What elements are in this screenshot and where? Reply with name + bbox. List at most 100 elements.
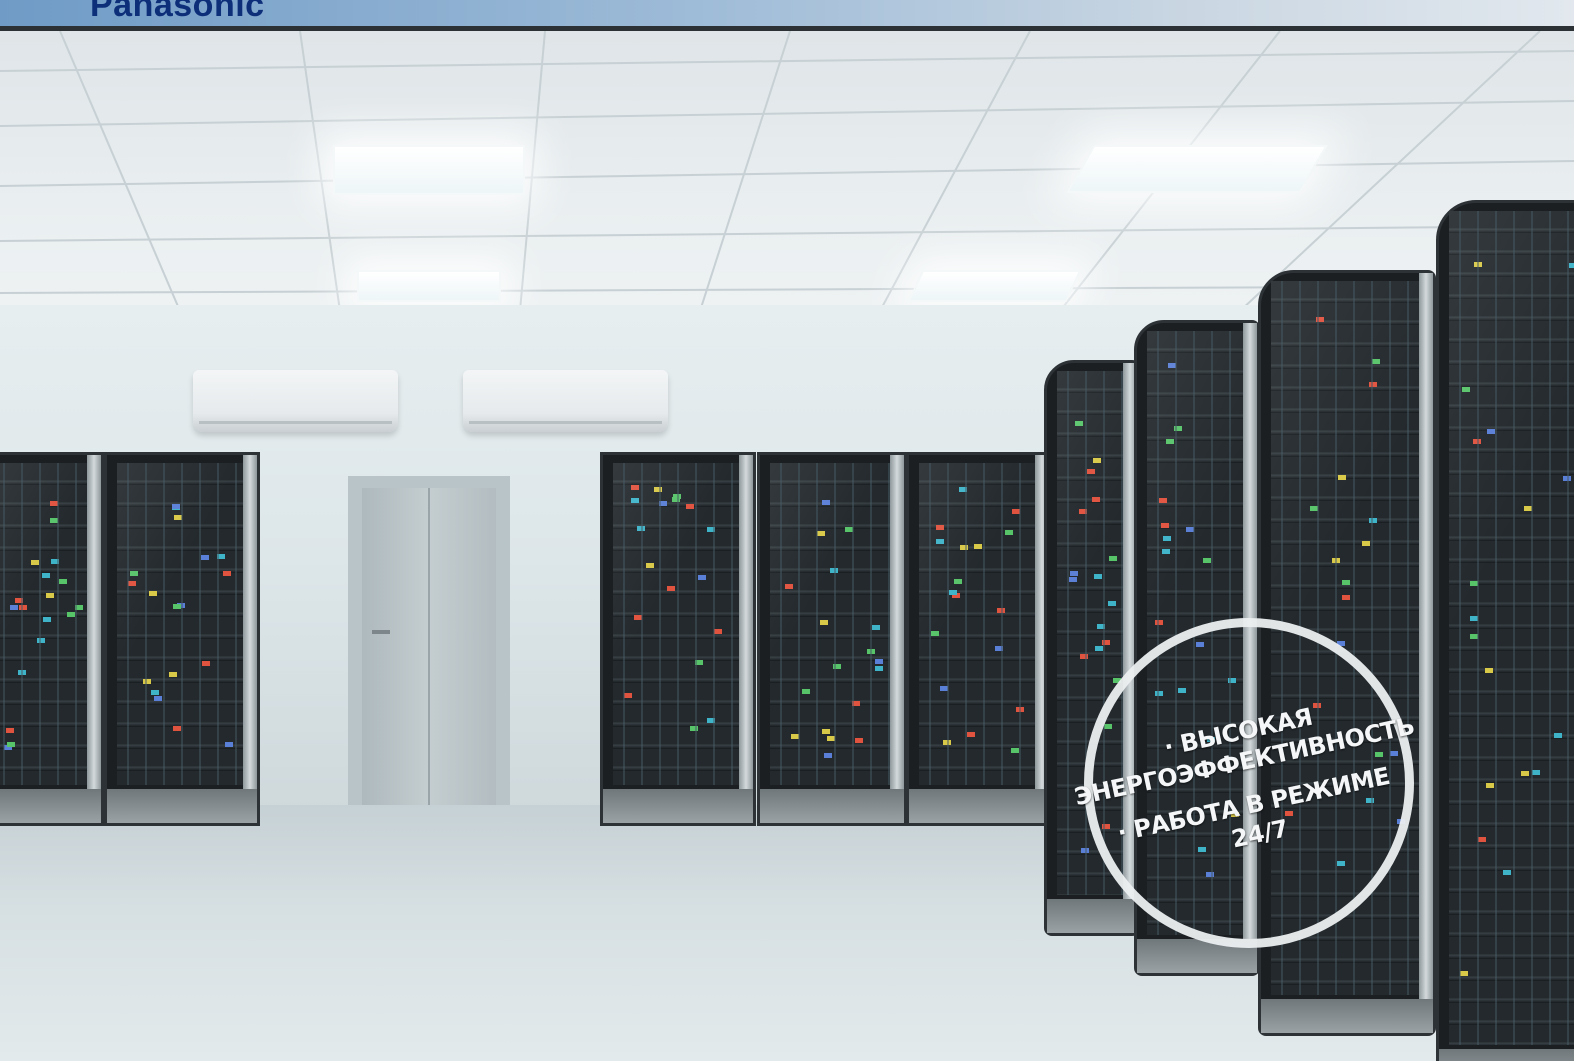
- status-led: [851, 700, 860, 706]
- status-led: [1154, 620, 1163, 626]
- status-led: [168, 672, 177, 678]
- status-led: [689, 725, 698, 731]
- status-led: [830, 568, 839, 574]
- status-led: [142, 679, 151, 685]
- status-led: [801, 688, 810, 694]
- status-led: [659, 500, 668, 506]
- status-led: [966, 732, 975, 738]
- status-led: [973, 544, 982, 550]
- status-led: [636, 525, 645, 531]
- status-led: [223, 571, 232, 577]
- status-led: [1461, 386, 1470, 392]
- status-led: [1011, 508, 1020, 514]
- status-led: [1109, 556, 1118, 562]
- server-rack: [906, 452, 1052, 826]
- ceiling-light: [1066, 145, 1328, 193]
- status-led: [9, 604, 18, 610]
- status-led: [874, 665, 883, 671]
- status-led: [201, 554, 210, 560]
- status-led: [1016, 706, 1025, 712]
- status-led: [943, 739, 952, 745]
- status-led: [1094, 574, 1103, 580]
- status-led: [1554, 732, 1563, 738]
- status-led: [823, 753, 832, 759]
- status-led: [646, 562, 655, 568]
- server-rack: [757, 452, 907, 826]
- status-led: [1203, 558, 1212, 564]
- status-led: [1078, 509, 1087, 515]
- status-led: [997, 608, 1006, 614]
- status-led: [940, 685, 949, 691]
- status-led: [1161, 548, 1170, 554]
- status-led: [948, 589, 957, 595]
- status-led: [1478, 836, 1487, 842]
- status-led: [1503, 869, 1511, 875]
- status-led: [695, 660, 704, 666]
- status-led: [1331, 557, 1340, 563]
- status-led: [1309, 506, 1318, 512]
- status-led: [1485, 782, 1494, 788]
- status-led: [1093, 458, 1102, 463]
- status-led: [871, 624, 880, 630]
- status-led: [1486, 429, 1495, 435]
- status-led: [1086, 469, 1095, 475]
- status-led: [1532, 769, 1541, 775]
- status-led: [172, 504, 181, 510]
- status-led: [1163, 535, 1172, 541]
- status-led: [714, 628, 723, 634]
- status-led: [1173, 426, 1182, 432]
- status-led: [45, 592, 54, 598]
- status-led: [936, 538, 945, 544]
- brand-logo: Panasonic: [90, 0, 265, 24]
- status-led: [18, 604, 27, 610]
- status-led: [6, 728, 15, 734]
- status-led: [706, 526, 715, 532]
- air-conditioner-unit: [193, 370, 398, 432]
- status-led: [855, 738, 864, 744]
- status-led: [1161, 523, 1170, 529]
- status-led: [827, 735, 836, 741]
- status-led: [953, 579, 962, 585]
- status-led: [816, 531, 825, 537]
- status-led: [150, 689, 159, 695]
- status-led: [1563, 475, 1572, 481]
- status-led: [177, 603, 186, 609]
- status-led: [1472, 438, 1481, 444]
- status-led: [174, 514, 183, 520]
- status-led: [217, 554, 226, 560]
- status-led: [1165, 439, 1174, 445]
- status-led: [18, 669, 27, 675]
- status-led: [202, 660, 211, 666]
- door-seam: [428, 488, 430, 806]
- status-led: [58, 578, 67, 584]
- status-led: [173, 726, 182, 732]
- status-led: [1005, 529, 1014, 535]
- status-led: [1068, 577, 1077, 583]
- status-led: [172, 603, 181, 609]
- status-led: [1362, 541, 1371, 547]
- status-led: [1474, 262, 1483, 268]
- status-led: [1469, 581, 1478, 587]
- status-led: [634, 614, 643, 620]
- status-led: [1521, 770, 1530, 776]
- status-led: [1080, 847, 1089, 853]
- status-led: [49, 517, 58, 523]
- status-led: [995, 645, 1004, 651]
- status-led: [154, 696, 163, 702]
- status-led: [1069, 571, 1078, 577]
- status-led: [1316, 316, 1325, 322]
- status-led: [127, 581, 136, 587]
- status-led: [42, 617, 51, 623]
- status-led: [37, 638, 46, 643]
- status-led: [6, 741, 15, 747]
- status-led: [1097, 623, 1106, 629]
- top-banner-divider: [0, 26, 1574, 31]
- ceiling-light: [357, 270, 501, 302]
- status-led: [819, 620, 828, 626]
- server-rack: [600, 452, 756, 826]
- status-led: [791, 733, 800, 739]
- status-led: [31, 559, 40, 565]
- status-led: [1460, 970, 1469, 976]
- status-led: [67, 612, 75, 618]
- status-led: [821, 500, 830, 506]
